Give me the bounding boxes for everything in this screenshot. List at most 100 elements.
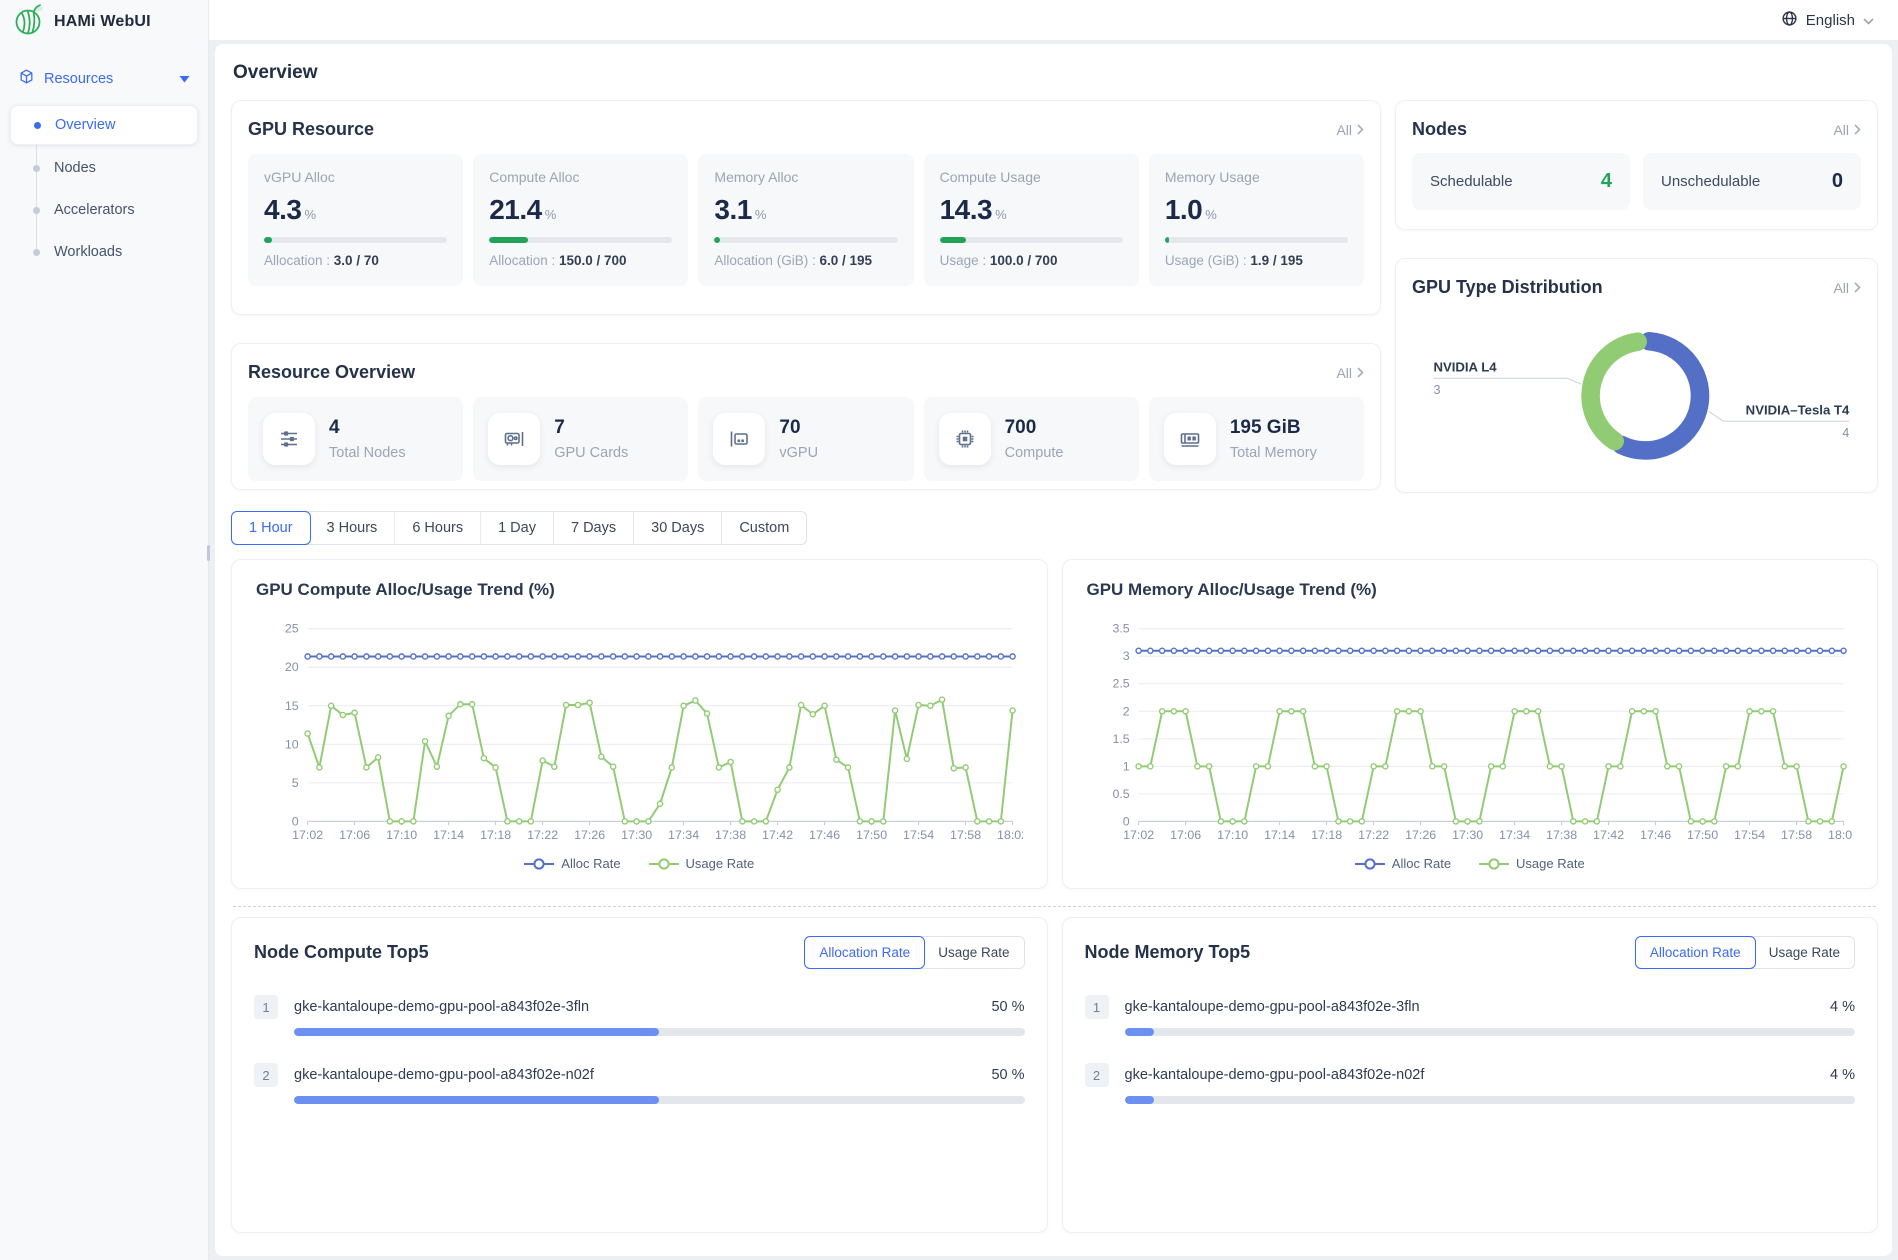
resource-overview-text: 700Compute (1005, 417, 1064, 461)
time-range-tabs: 1 Hour3 Hours6 Hours1 Day7 Days30 DaysCu… (231, 511, 807, 545)
node-rate-value: 4 % (1830, 999, 1855, 1015)
compute-trend-chart: 051015202517:0217:0617:1017:1417:1817:22… (256, 614, 1023, 854)
language-selector[interactable]: English (1781, 10, 1874, 31)
gpu-metric-label: Memory Alloc (714, 169, 897, 185)
svg-text:17:34: 17:34 (1499, 828, 1530, 842)
time-tab-custom[interactable]: Custom (722, 512, 806, 544)
menu-dot (34, 122, 41, 129)
gpu-metric-unit: % (304, 207, 315, 222)
top5-node-row: 1gke-kantaloupe-demo-gpu-pool-a843f02e-3… (254, 995, 1025, 1036)
memory-trend-chart: 00.511.522.533.517:0217:0617:1017:1417:1… (1087, 614, 1854, 854)
nodes-title: Nodes (1412, 119, 1467, 140)
chevron-right-icon (1357, 124, 1364, 135)
gpu-metric-detail: Allocation : 150.0 / 700 (489, 253, 672, 268)
menu-dot (33, 165, 40, 172)
svg-text:18:02: 18:02 (997, 828, 1022, 842)
time-tab-6-hours[interactable]: 6 Hours (395, 512, 481, 544)
donut-slice-nvidia-l4 (1591, 342, 1638, 441)
node-rate-bar-fill (1125, 1028, 1154, 1036)
node-rate-value: 50 % (991, 999, 1024, 1015)
legend-label: Alloc Rate (561, 856, 620, 871)
legend-item-alloc-rate[interactable]: Alloc Rate (1355, 856, 1451, 871)
svg-text:2: 2 (1122, 704, 1129, 718)
gpu-metric-value: 14.3% (940, 194, 1123, 226)
resource-overview-label: Total Nodes (329, 445, 406, 461)
svg-text:17:54: 17:54 (1734, 828, 1765, 842)
gpu-metric-card: vGPU Alloc4.3%Allocation : 3.0 / 70 (248, 154, 463, 286)
legend-item-usage-rate[interactable]: Usage Rate (649, 856, 755, 871)
resource-overview-value: 7 (554, 417, 628, 439)
time-tab-1-day[interactable]: 1 Day (481, 512, 554, 544)
node-rate-value: 4 % (1830, 1067, 1855, 1083)
svg-text:3: 3 (1122, 649, 1129, 663)
gpu-metric-detail: Usage (GiB) : 1.9 / 195 (1165, 253, 1348, 268)
time-tab-7-days[interactable]: 7 Days (554, 512, 634, 544)
legend-item-usage-rate[interactable]: Usage Rate (1479, 856, 1585, 871)
nodes-all-link[interactable]: All (1833, 122, 1861, 138)
node-memory-top5-card: Node Memory Top5Allocation RateUsage Rat… (1062, 917, 1879, 1233)
resource-overview-item: 195 GiBTotal Memory (1149, 397, 1364, 481)
legend-item-alloc-rate[interactable]: Alloc Rate (524, 856, 620, 871)
gpu-metric-card: Compute Usage14.3%Usage : 100.0 / 700 (924, 154, 1139, 286)
gpu-metric-label: Compute Alloc (489, 169, 672, 185)
gpu-type-all-link[interactable]: All (1833, 280, 1861, 296)
node-stat-schedulable: Schedulable4 (1412, 153, 1630, 210)
node-name-link[interactable]: gke-kantaloupe-demo-gpu-pool-a843f02e-n0… (294, 1067, 991, 1083)
node-rate-bar-fill (294, 1096, 659, 1104)
svg-text:17:26: 17:26 (574, 828, 605, 842)
svg-text:10: 10 (285, 737, 299, 751)
gpu-metric-row: vGPU Alloc4.3%Allocation : 3.0 / 70 Compu… (248, 154, 1364, 286)
node-name-link[interactable]: gke-kantaloupe-demo-gpu-pool-a843f02e-3f… (294, 999, 991, 1015)
time-tab-3-hours[interactable]: 3 Hours (310, 512, 396, 544)
time-tab-30-days[interactable]: 30 Days (634, 512, 722, 544)
main-area: English Overview GPU Resource All (209, 0, 1898, 1260)
svg-text:NVIDIA–Tesla T4: NVIDIA–Tesla T4 (1746, 402, 1850, 417)
time-tab-1-hour[interactable]: 1 Hour (231, 511, 311, 545)
chevron-right-icon (1854, 282, 1861, 293)
sidebar-section-resources[interactable]: Resources (10, 62, 198, 95)
top5-node-row: 1gke-kantaloupe-demo-gpu-pool-a843f02e-3… (1085, 995, 1856, 1036)
gpu-metric-progress (1165, 237, 1348, 243)
svg-text:17:22: 17:22 (527, 828, 558, 842)
toggle-usage-rate[interactable]: Usage Rate (1755, 937, 1854, 968)
svg-text:NVIDIA L4: NVIDIA L4 (1433, 359, 1497, 374)
sidebar-item-accelerators[interactable]: Accelerators (10, 191, 198, 229)
resource-overview-all-link[interactable]: All (1336, 365, 1364, 381)
svg-text:1: 1 (1122, 759, 1129, 773)
sidebar-item-overview[interactable]: Overview (10, 105, 198, 145)
resource-overview-label: vGPU (779, 445, 818, 461)
resource-overview-text: 7GPU Cards (554, 417, 628, 461)
resource-overview-text: 4Total Nodes (329, 417, 406, 461)
node-rate-value: 50 % (991, 1067, 1024, 1083)
svg-text:18:02: 18:02 (1828, 828, 1853, 842)
donut-slice-nvidia-tesla-t4 (1621, 341, 1700, 450)
gpu-metric-detail-value: 100.0 / 700 (990, 253, 1058, 268)
trend-charts-row: GPU Compute Alloc/Usage Trend (%)0510152… (231, 559, 1878, 889)
svg-text:17:38: 17:38 (1546, 828, 1577, 842)
gpu-card-icon (488, 413, 540, 465)
gpu-resource-all-link[interactable]: All (1336, 122, 1364, 138)
globe-icon (1781, 10, 1798, 31)
legend-marker (524, 858, 554, 870)
menu-dot (33, 207, 40, 214)
node-name-link[interactable]: gke-kantaloupe-demo-gpu-pool-a843f02e-3f… (1125, 999, 1831, 1015)
sidebar-resize-handle[interactable] (207, 545, 210, 561)
toggle-usage-rate[interactable]: Usage Rate (924, 937, 1023, 968)
node-name-link[interactable]: gke-kantaloupe-demo-gpu-pool-a843f02e-n0… (1125, 1067, 1831, 1083)
gpu-metric-progress (940, 237, 1123, 243)
resource-overview-title: Resource Overview (248, 362, 415, 383)
hami-logo-icon (14, 3, 44, 42)
gpu-metric-progress-fill (1165, 237, 1169, 243)
toggle-allocation-rate[interactable]: Allocation Rate (1635, 936, 1756, 969)
node-stat-label: Unschedulable (1661, 173, 1760, 190)
svg-text:17:10: 17:10 (386, 828, 417, 842)
legend-marker (1479, 858, 1509, 870)
sidebar-item-workloads[interactable]: Workloads (10, 233, 198, 271)
toggle-allocation-rate[interactable]: Allocation Rate (804, 936, 925, 969)
svg-text:17:18: 17:18 (1311, 828, 1342, 842)
legend-label: Usage Rate (686, 856, 755, 871)
menu-dot (33, 249, 40, 256)
sidebar-submenu: Overview Nodes Accelerators Workloads (10, 105, 198, 271)
sidebar-item-nodes[interactable]: Nodes (10, 149, 198, 187)
gpu-type-title: GPU Type Distribution (1412, 277, 1603, 298)
